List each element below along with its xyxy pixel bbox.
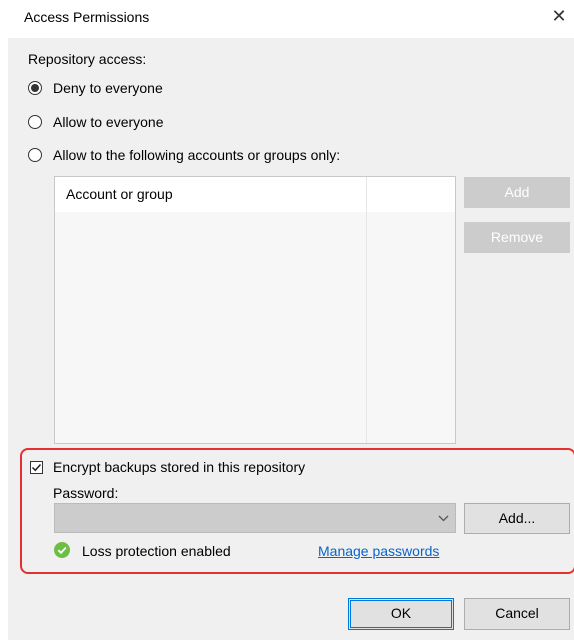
radio-allow-selected-accounts[interactable]: Allow to the following accounts or group… — [28, 147, 408, 165]
radio-label: Deny to everyone — [53, 80, 163, 96]
repository-access-heading: Repository access: — [28, 51, 147, 67]
close-icon[interactable]: ✕ — [549, 6, 569, 26]
ok-button[interactable]: OK — [348, 598, 454, 630]
remove-account-button[interactable]: Remove — [464, 222, 570, 253]
radio-button[interactable] — [28, 115, 42, 129]
add-account-button[interactable]: Add — [464, 177, 570, 208]
title-bar: Access Permissions ✕ — [0, 0, 574, 38]
radio-label: Allow to everyone — [53, 114, 164, 130]
column-header-account-or-group[interactable]: Account or group — [66, 186, 173, 202]
cancel-button[interactable]: Cancel — [464, 598, 570, 630]
radio-label: Allow to the following accounts or group… — [53, 147, 341, 163]
radio-allow-to-everyone[interactable]: Allow to everyone — [28, 114, 228, 132]
window-title: Access Permissions — [24, 9, 150, 25]
list-body — [55, 212, 455, 443]
radio-button-selected[interactable] — [28, 81, 42, 95]
radio-deny-to-everyone[interactable]: Deny to everyone — [28, 80, 228, 98]
radio-button[interactable] — [28, 148, 42, 162]
ok-button-label: OK — [390, 605, 412, 621]
list-header-row: Account or group — [55, 177, 455, 212]
accounts-list[interactable]: Account or group — [54, 176, 456, 444]
highlight-annotation — [20, 448, 574, 574]
column-divider — [366, 177, 367, 443]
